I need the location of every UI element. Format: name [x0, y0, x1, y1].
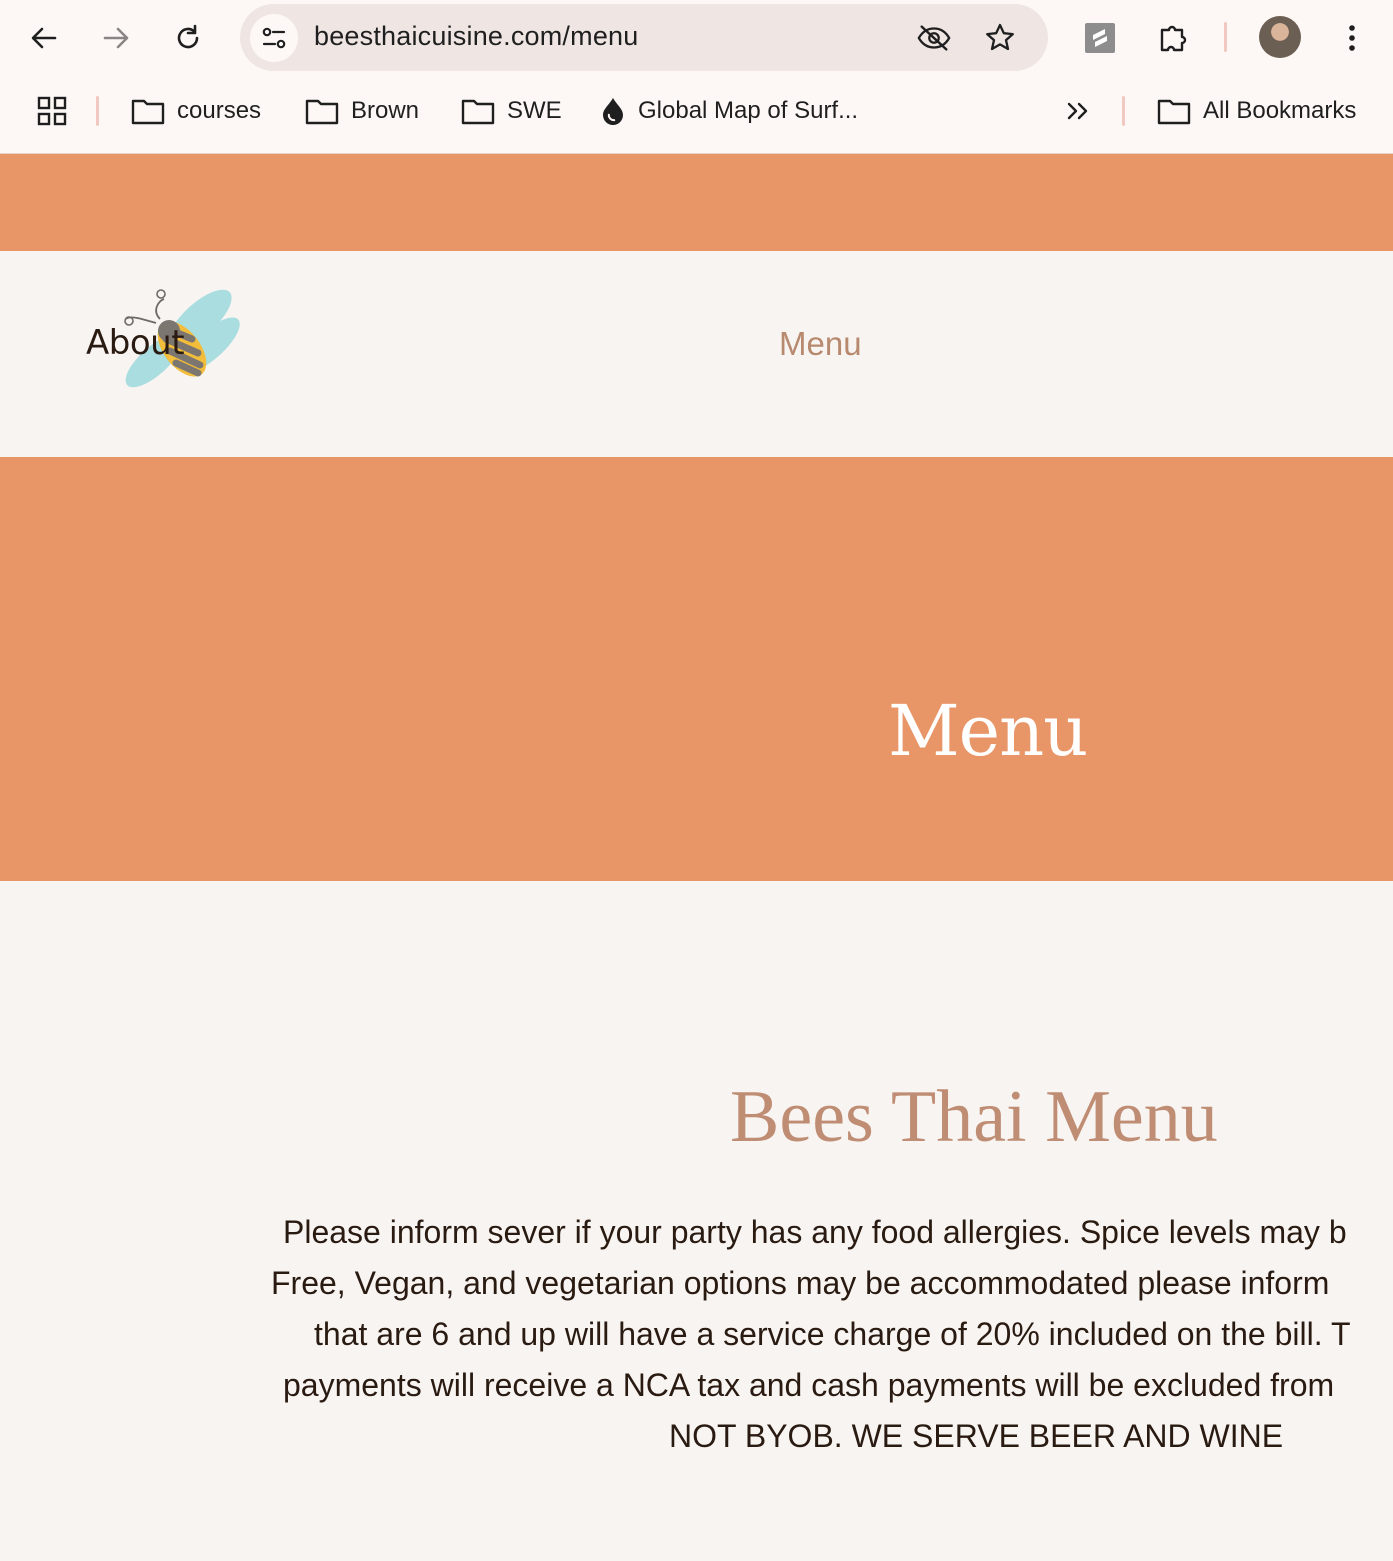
apps-grid-icon[interactable]: [30, 89, 74, 133]
bookmark-courses[interactable]: courses: [131, 90, 261, 132]
bookmark-global-map[interactable]: Global Map of Surf...: [600, 90, 858, 132]
all-bookmarks-button[interactable]: All Bookmarks: [1157, 90, 1356, 132]
forward-button[interactable]: [94, 16, 138, 60]
hero-banner: [0, 457, 1393, 881]
kebab-menu-icon[interactable]: [1330, 16, 1374, 60]
top-accent-band: [0, 154, 1393, 251]
puzzle-icon[interactable]: [1151, 16, 1195, 60]
profile-avatar[interactable]: [1259, 16, 1301, 58]
all-bookmarks-label: All Bookmarks: [1203, 97, 1357, 124]
notice-line: NOT BYOB. WE SERVE BEER AND WINE: [669, 1418, 1284, 1454]
menu-section-title: Bees Thai Menu: [730, 1076, 1218, 1158]
bookmark-label: SWE: [507, 97, 562, 124]
bookmarks-divider: [1122, 96, 1125, 126]
notice-line: that are 6 and up will have a service ch…: [314, 1316, 1351, 1352]
hero-title: Menu: [888, 690, 1088, 772]
folder-icon: [1157, 99, 1191, 125]
bookmark-label: Global Map of Surf...: [638, 97, 859, 124]
notice-line: Free, Vegan, and vegetarian options may …: [271, 1265, 1330, 1301]
browser-chrome: beesthaicuisine.com/menu courses Brown S…: [0, 0, 1393, 154]
logo-about-link[interactable]: About: [86, 323, 185, 363]
tune-icon: [262, 27, 286, 49]
chevron-double-right-icon[interactable]: [1056, 89, 1100, 133]
url-text[interactable]: beesthaicuisine.com/menu: [314, 21, 638, 52]
bookmark-label: courses: [177, 97, 262, 124]
nav-menu-link[interactable]: Menu: [779, 325, 862, 363]
bookmark-swe[interactable]: SWE: [461, 90, 562, 132]
bookmark-label: Brown: [351, 97, 420, 124]
reload-icon: [177, 24, 199, 49]
extension-app-icon[interactable]: [1078, 16, 1122, 60]
folder-icon: [131, 99, 165, 125]
arrow-left-icon: [31, 27, 57, 49]
drop-icon: [603, 98, 623, 125]
bookmark-brown[interactable]: Brown: [305, 90, 419, 132]
eye-off-icon[interactable]: [916, 20, 952, 56]
notice-line: Please inform sever if your party has an…: [283, 1214, 1347, 1250]
notice-line: payments will receive a NCA tax and cash…: [283, 1367, 1335, 1403]
toolbar-divider: [1224, 22, 1227, 52]
folder-icon: [305, 99, 339, 125]
site-info-button[interactable]: [250, 14, 298, 62]
reload-button[interactable]: [166, 16, 210, 60]
folder-icon: [461, 99, 495, 125]
arrow-right-icon: [103, 27, 129, 49]
address-bar[interactable]: beesthaicuisine.com/menu: [240, 4, 1048, 71]
bookmarks-divider: [96, 96, 99, 126]
bookmark-star-icon[interactable]: [982, 20, 1018, 56]
back-button[interactable]: [22, 16, 66, 60]
